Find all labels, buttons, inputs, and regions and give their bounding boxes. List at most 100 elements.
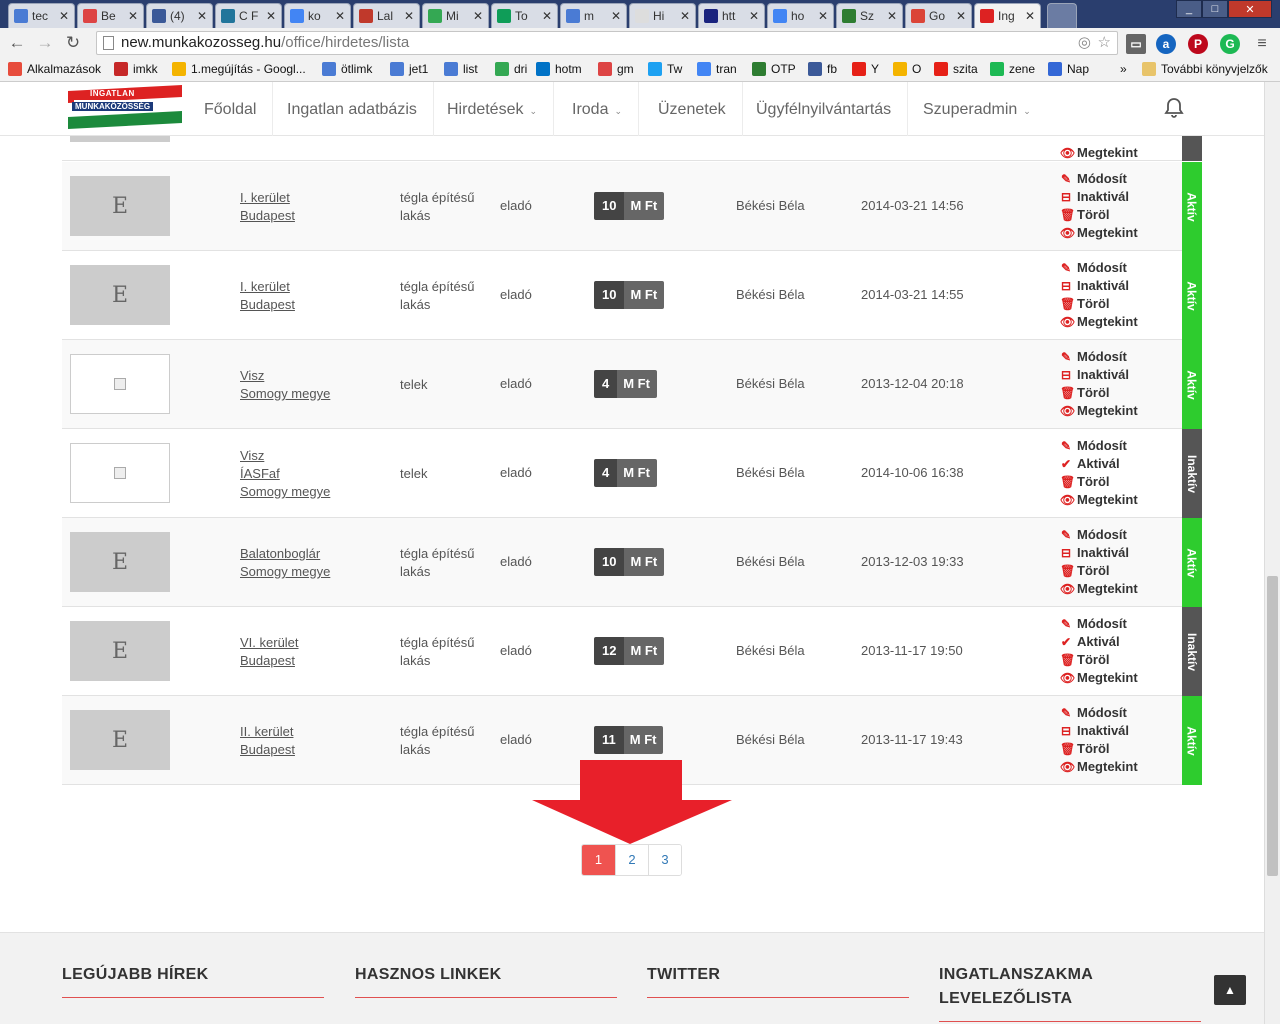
tab-close-icon[interactable]: ✕ — [128, 9, 138, 23]
tab-close-icon[interactable]: ✕ — [887, 9, 897, 23]
browser-tab[interactable]: htt ✕ — [698, 3, 765, 28]
nav-item[interactable]: Ingatlan adatbázis — [271, 82, 434, 136]
status-bar[interactable]: Aktív — [1182, 518, 1202, 607]
browser-tab[interactable]: Sz ✕ — [836, 3, 903, 28]
tab-close-icon[interactable]: ✕ — [956, 9, 966, 23]
page-scrollbar[interactable] — [1264, 82, 1280, 1024]
deactivate-action[interactable]: ⊟ Inaktivál — [1060, 188, 1138, 206]
bookmark-star-icon[interactable]: ☆ — [1098, 32, 1111, 54]
delete-action[interactable]: 🗑 Töröl — [1060, 295, 1138, 313]
delete-action[interactable]: 🗑 Töröl — [1060, 651, 1138, 669]
delete-action[interactable]: 🗑 Töröl — [1060, 562, 1138, 580]
thumbnail[interactable] — [70, 354, 170, 414]
delete-action[interactable]: 🗑 Töröl — [1060, 384, 1138, 402]
bookmark-item[interactable]: O — [893, 62, 921, 76]
browser-tab[interactable]: Go ✕ — [905, 3, 972, 28]
browser-tab[interactable]: Ing ✕ — [974, 3, 1041, 28]
page-link[interactable]: 2 — [615, 845, 648, 875]
location-link[interactable]: II. kerület Budapest — [240, 723, 295, 759]
tab-close-icon[interactable]: ✕ — [749, 9, 759, 23]
tab-close-icon[interactable]: ✕ — [197, 9, 207, 23]
edit-action[interactable]: ✎ Módosít — [1060, 526, 1138, 544]
forward-icon[interactable]: → — [34, 32, 56, 54]
location-link[interactable]: Visz Somogy megye — [240, 367, 330, 403]
status-bar[interactable]: Inaktív — [1182, 429, 1202, 518]
edit-action[interactable]: ✎ Módosít — [1060, 437, 1138, 455]
nav-item[interactable]: Iroda ⌄ — [556, 82, 640, 136]
edit-action[interactable]: ✎ Módosít — [1060, 170, 1138, 188]
deactivate-action[interactable]: ⊟ Inaktivál — [1060, 277, 1138, 295]
bookmark-item[interactable]: zene — [990, 62, 1035, 76]
bookmarks-more[interactable]: » — [1120, 62, 1127, 76]
tab-close-icon[interactable]: ✕ — [1025, 9, 1035, 23]
thumbnail[interactable]: E — [70, 176, 170, 236]
tab-close-icon[interactable]: ✕ — [611, 9, 621, 23]
view-action[interactable]: 👁 Megtekint — [1060, 144, 1138, 162]
edit-action[interactable]: ✎ Módosít — [1060, 704, 1138, 722]
extension-a-icon[interactable]: a — [1156, 34, 1176, 54]
browser-tab[interactable]: To ✕ — [491, 3, 558, 28]
bookmark-item[interactable]: list — [444, 62, 478, 76]
nav-item[interactable]: Ügyfélnyilvántartás — [740, 82, 909, 136]
nav-item[interactable]: Szuperadmin ⌄ — [907, 82, 1047, 136]
browser-tab[interactable]: ko ✕ — [284, 3, 351, 28]
edit-action[interactable]: ✎ Módosít — [1060, 615, 1138, 633]
browser-tab[interactable]: m ✕ — [560, 3, 627, 28]
location-link[interactable]: Visz ÍASFaf Somogy megye — [240, 447, 330, 501]
edit-action[interactable]: ✎ Módosít — [1060, 259, 1138, 277]
tab-close-icon[interactable]: ✕ — [473, 9, 483, 23]
deactivate-action[interactable]: ⊟ Inaktivál — [1060, 366, 1138, 384]
maximize-button[interactable]: □ — [1202, 0, 1228, 18]
browser-tab[interactable]: Lal ✕ — [353, 3, 420, 28]
bookmark-item[interactable]: fb — [808, 62, 837, 76]
thumbnail[interactable] — [70, 443, 170, 503]
page-link[interactable]: 3 — [648, 845, 681, 875]
menu-icon[interactable]: ≡ — [1252, 34, 1272, 54]
status-bar[interactable]: Aktív — [1182, 696, 1202, 785]
back-icon[interactable]: ← — [6, 32, 28, 54]
tab-close-icon[interactable]: ✕ — [404, 9, 414, 23]
deactivate-action[interactable]: ⊟ Inaktivál — [1060, 722, 1138, 740]
activate-action[interactable]: ✔ Aktivál — [1060, 455, 1138, 473]
delete-action[interactable]: 🗑 Töröl — [1060, 740, 1138, 758]
close-window-button[interactable]: ✕ — [1228, 0, 1272, 18]
bookmark-item[interactable]: ötlimk — [322, 62, 372, 76]
edit-action[interactable]: ✎ Módosít — [1060, 348, 1138, 366]
bookmark-item[interactable]: Alkalmazások — [8, 62, 101, 76]
bookmark-item[interactable]: hotm — [536, 62, 582, 76]
address-bar[interactable]: new.munkakozosseg.hu/office/hirdetes/lis… — [96, 31, 1118, 55]
status-bar[interactable]: Inaktív — [1182, 607, 1202, 696]
view-action[interactable]: 👁 Megtekint — [1060, 580, 1138, 598]
browser-tab[interactable]: Mi ✕ — [422, 3, 489, 28]
bookmark-item[interactable]: szita — [934, 62, 978, 76]
nav-item[interactable]: Főoldal — [188, 82, 274, 136]
minimize-button[interactable]: _ — [1176, 0, 1202, 18]
scroll-to-top-button[interactable]: ▲ — [1214, 975, 1246, 1005]
bookmark-item[interactable]: Y — [852, 62, 879, 76]
delete-action[interactable]: 🗑 Töröl — [1060, 473, 1138, 491]
location-link[interactable]: Balatonboglár Somogy megye — [240, 545, 330, 581]
tab-close-icon[interactable]: ✕ — [542, 9, 552, 23]
bookmark-item[interactable]: Nap — [1048, 62, 1089, 76]
scrollbar-thumb[interactable] — [1267, 576, 1278, 876]
status-bar[interactable]: Aktív — [1182, 251, 1202, 340]
new-tab-button[interactable] — [1047, 3, 1077, 28]
browser-tab[interactable]: Be ✕ — [77, 3, 144, 28]
bookmark-item[interactable]: tran — [697, 62, 737, 76]
view-action[interactable]: 👁 Megtekint — [1060, 313, 1138, 331]
view-action[interactable]: 👁 Megtekint — [1060, 758, 1138, 776]
view-action[interactable]: 👁 Megtekint — [1060, 669, 1138, 687]
browser-tab[interactable]: C F ✕ — [215, 3, 282, 28]
bookmark-item[interactable]: imkk — [114, 62, 158, 76]
bookmark-item[interactable]: jet1 — [390, 62, 428, 76]
tab-close-icon[interactable]: ✕ — [266, 9, 276, 23]
location-link[interactable]: I. kerület Budapest — [240, 278, 295, 314]
other-bookmarks[interactable]: További könyvjelzők — [1142, 62, 1268, 76]
delete-action[interactable]: 🗑 Töröl — [1060, 206, 1138, 224]
thumbnail[interactable]: E — [70, 621, 170, 681]
status-bar[interactable]: Aktív — [1182, 340, 1202, 429]
bookmark-item[interactable]: 1.megújítás - Googl... — [172, 62, 306, 76]
tab-close-icon[interactable]: ✕ — [818, 9, 828, 23]
view-action[interactable]: 👁 Megtekint — [1060, 491, 1138, 509]
location-link[interactable]: I. kerület Budapest — [240, 189, 295, 225]
